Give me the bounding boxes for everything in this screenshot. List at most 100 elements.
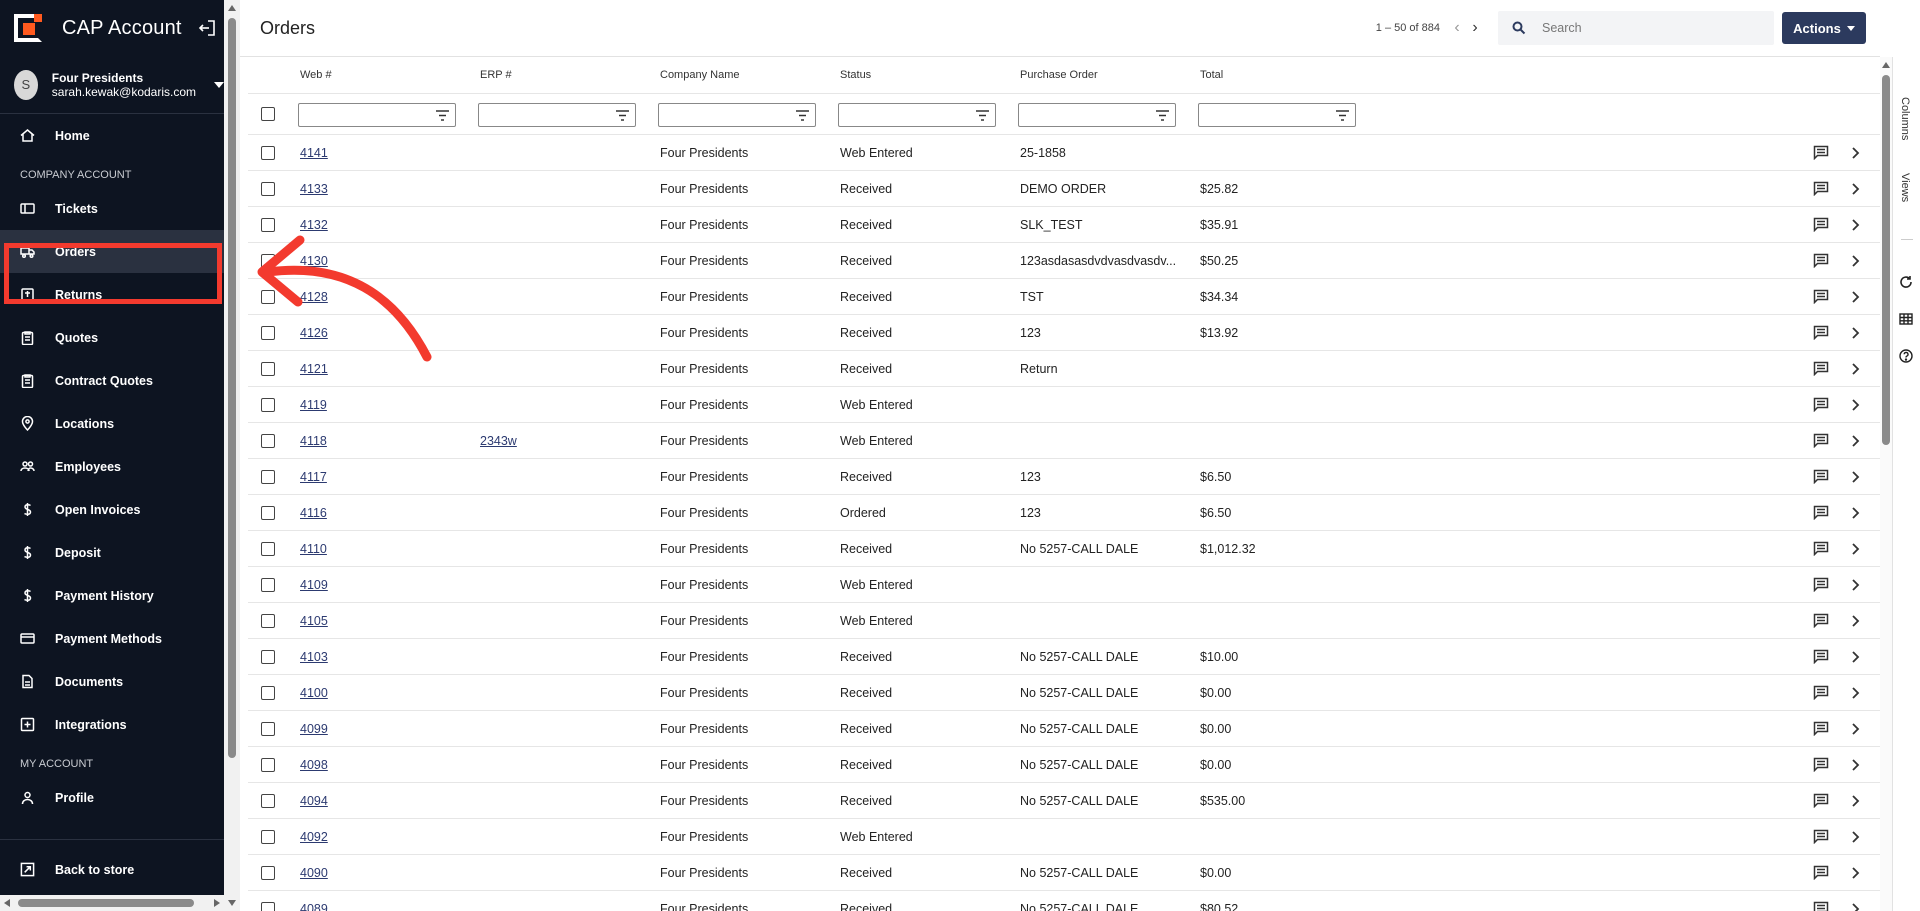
chevron-right-icon[interactable]	[1850, 506, 1860, 520]
web-order-link[interactable]: 4130	[300, 254, 328, 268]
web-order-link[interactable]: 4121	[300, 362, 328, 376]
chevron-right-icon[interactable]	[1850, 614, 1860, 628]
row-checkbox[interactable]	[261, 433, 275, 448]
table-row[interactable]: 4105 Four Presidents Web Entered	[248, 603, 1880, 639]
web-order-link[interactable]: 4116	[300, 506, 327, 520]
sidebar-item-locations[interactable]: Locations	[0, 402, 224, 445]
sidebar-item-profile[interactable]: Profile	[0, 776, 224, 819]
table-row[interactable]: 4103 Four Presidents Received No 5257-CALL …	[248, 639, 1880, 675]
sidebar-item-tickets[interactable]: Tickets	[0, 187, 224, 230]
comment-icon[interactable]	[1813, 613, 1829, 628]
web-order-link[interactable]: 4103	[300, 650, 328, 664]
sidebar-vertical-scrollbar[interactable]	[224, 0, 240, 911]
comment-icon[interactable]	[1813, 865, 1829, 880]
comment-icon[interactable]	[1813, 145, 1829, 160]
row-checkbox[interactable]	[261, 757, 275, 772]
select-all-checkbox[interactable]	[261, 107, 275, 121]
web-order-link[interactable]: 4141	[300, 146, 328, 160]
row-checkbox[interactable]	[261, 577, 275, 592]
grid-vertical-scrollbar[interactable]	[1880, 57, 1892, 911]
sidebar-item-employees[interactable]: Employees	[0, 445, 224, 488]
sidebar-item-payment-methods[interactable]: Payment Methods	[0, 617, 224, 660]
row-checkbox[interactable]	[261, 181, 275, 196]
row-checkbox[interactable]	[261, 397, 275, 412]
row-checkbox[interactable]	[261, 145, 275, 160]
chevron-right-icon[interactable]	[1850, 254, 1860, 268]
comment-icon[interactable]	[1813, 577, 1829, 592]
chevron-right-icon[interactable]	[1850, 290, 1860, 304]
comment-icon[interactable]	[1813, 433, 1829, 448]
sidebar-horizontal-scrollbar[interactable]	[0, 895, 224, 911]
views-tab[interactable]: Views	[1899, 173, 1911, 202]
chevron-right-icon[interactable]	[1850, 578, 1860, 592]
back-to-store-link[interactable]: Back to store	[0, 839, 224, 899]
user-switcher[interactable]: S Four Presidents sarah.kewak@kodaris.co…	[0, 56, 224, 114]
table-row[interactable]: 4110 Four Presidents Received No 5257-CALL …	[248, 531, 1880, 567]
web-order-link[interactable]: 4094	[300, 794, 328, 808]
table-row[interactable]: 4098 Four Presidents Received No 5257-CALL …	[248, 747, 1880, 783]
comment-icon[interactable]	[1813, 397, 1829, 412]
web-order-link[interactable]: 4098	[300, 758, 328, 772]
web-order-link[interactable]: 4132	[300, 218, 328, 232]
next-page-button[interactable]: ›	[1466, 19, 1484, 37]
row-checkbox[interactable]	[261, 325, 275, 340]
table-grid-icon[interactable]	[1899, 312, 1913, 326]
chevron-right-icon[interactable]	[1850, 326, 1860, 340]
column-header-purchase-order[interactable]: Purchase Order	[1020, 57, 1175, 93]
chevron-right-icon[interactable]	[1850, 686, 1860, 700]
web-order-link[interactable]: 4109	[300, 578, 328, 592]
filter-icon[interactable]	[1156, 110, 1169, 121]
web-order-link[interactable]: 4090	[300, 866, 328, 880]
refresh-icon[interactable]	[1899, 275, 1913, 289]
web-order-link[interactable]: 4110	[300, 542, 327, 556]
table-row[interactable]: 4126 Four Presidents Received 123 $13.92	[248, 315, 1880, 351]
table-row[interactable]: 4116 Four Presidents Ordered 123 $6.50	[248, 495, 1880, 531]
web-order-link[interactable]: 4089	[300, 902, 328, 911]
web-order-link[interactable]: 4133	[300, 182, 328, 196]
row-checkbox[interactable]	[261, 865, 275, 880]
row-checkbox[interactable]	[261, 253, 275, 268]
comment-icon[interactable]	[1813, 253, 1829, 268]
filter-web-input[interactable]	[298, 103, 456, 127]
web-order-link[interactable]: 4092	[300, 830, 328, 844]
web-order-link[interactable]: 4105	[300, 614, 328, 628]
web-order-link[interactable]: 4100	[300, 686, 328, 700]
table-row[interactable]: 4099 Four Presidents Received No 5257-CALL …	[248, 711, 1880, 747]
comment-icon[interactable]	[1813, 181, 1829, 196]
comment-icon[interactable]	[1813, 217, 1829, 232]
table-row[interactable]: 4094 Four Presidents Received No 5257-CALL …	[248, 783, 1880, 819]
search-input[interactable]	[1542, 21, 1762, 35]
column-header-web[interactable]: Web #	[300, 57, 440, 93]
table-row[interactable]: 4118 2343w Four Presidents Web Entered	[248, 423, 1880, 459]
erp-order-link[interactable]: 2343w	[480, 434, 517, 448]
chevron-right-icon[interactable]	[1850, 182, 1860, 196]
chevron-right-icon[interactable]	[1850, 218, 1860, 232]
prev-page-button[interactable]: ‹	[1448, 19, 1466, 37]
filter-icon[interactable]	[796, 110, 809, 121]
comment-icon[interactable]	[1813, 793, 1829, 808]
comment-icon[interactable]	[1813, 649, 1829, 664]
chevron-right-icon[interactable]	[1850, 362, 1860, 376]
row-checkbox[interactable]	[261, 613, 275, 628]
columns-tab[interactable]: Columns	[1899, 97, 1911, 140]
web-order-link[interactable]: 4117	[300, 470, 327, 484]
sidebar-item-integrations[interactable]: Integrations	[0, 703, 224, 746]
chevron-right-icon[interactable]	[1850, 146, 1860, 160]
help-icon[interactable]	[1899, 349, 1913, 363]
sidebar-item-open-invoices[interactable]: Open Invoices	[0, 488, 224, 531]
table-row[interactable]: 4133 Four Presidents Received DEMO ORDER $25…	[248, 171, 1880, 207]
comment-icon[interactable]	[1813, 757, 1829, 772]
web-order-link[interactable]: 4099	[300, 722, 328, 736]
filter-icon[interactable]	[976, 110, 989, 121]
kodaris-logo[interactable]	[14, 14, 42, 42]
chevron-right-icon[interactable]	[1850, 758, 1860, 772]
table-row[interactable]: 4130 Four Presidents Received 123asdasasdvd…	[248, 243, 1880, 279]
filter-status-input[interactable]	[838, 103, 996, 127]
comment-icon[interactable]	[1813, 469, 1829, 484]
row-checkbox[interactable]	[261, 217, 275, 232]
table-row[interactable]: 4117 Four Presidents Received 123 $6.50	[248, 459, 1880, 495]
sidebar-item-deposit[interactable]: Deposit	[0, 531, 224, 574]
table-row[interactable]: 4100 Four Presidents Received No 5257-CALL …	[248, 675, 1880, 711]
table-row[interactable]: 4128 Four Presidents Received TST $34.34	[248, 279, 1880, 315]
filter-icon[interactable]	[1336, 110, 1349, 121]
